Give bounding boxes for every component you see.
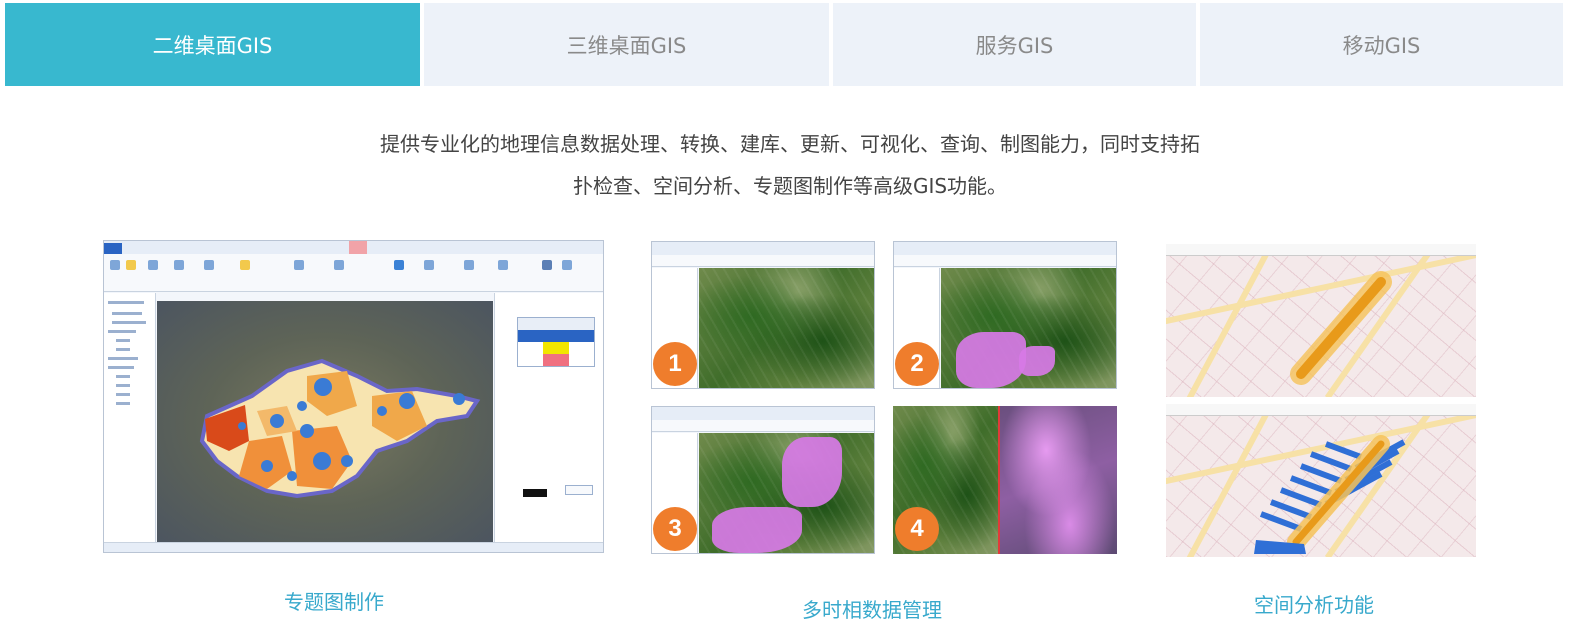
- layer-tree-panel: [104, 293, 156, 543]
- style-properties-panel: [494, 293, 603, 543]
- multi-temporal-panel-4: 4: [893, 406, 1117, 554]
- caption-multi-temporal-data: 多时相数据管理: [802, 598, 942, 622]
- desktop-app-window: [103, 240, 604, 553]
- step-badge: 1: [653, 342, 697, 386]
- step-badge: 4: [895, 507, 939, 551]
- thematic-map-screenshot: [103, 240, 604, 553]
- tab-mobile-gis[interactable]: 移动GIS: [1200, 3, 1563, 86]
- product-tabs: 二维桌面GIS 三维桌面GIS 服务GIS 移动GIS: [5, 3, 1563, 86]
- product-description: 提供专业化的地理信息数据处理、转换、建库、更新、可视化、查询、制图能力，同时支持…: [0, 123, 1580, 207]
- province-choropleth: [199, 358, 481, 499]
- multi-temporal-panel-1: 1: [651, 241, 875, 389]
- tab-3d-desktop-gis[interactable]: 三维桌面GIS: [424, 3, 829, 86]
- spatial-analysis-map-1: [1166, 244, 1476, 397]
- spatial-analysis-map-2: [1166, 404, 1476, 557]
- multi-temporal-panel-3: 3: [651, 406, 875, 554]
- description-line-2: 扑检查、空间分析、专题图制作等高级GIS功能。: [572, 174, 1008, 198]
- status-bar: [104, 542, 603, 552]
- description-line-1: 提供专业化的地理信息数据处理、转换、建库、更新、可视化、查询、制图能力，同时支持…: [380, 132, 1200, 156]
- caption-thematic-mapping: 专题图制作: [284, 590, 384, 614]
- buffer-line: [1290, 271, 1392, 385]
- caption-spatial-analysis: 空间分析功能: [1254, 593, 1374, 617]
- tab-service-gis[interactable]: 服务GIS: [833, 3, 1196, 86]
- thematic-map-view: [157, 301, 493, 543]
- step-badge: 3: [653, 507, 697, 551]
- tab-2d-desktop-gis[interactable]: 二维桌面GIS: [5, 3, 420, 86]
- ribbon-tab-bar: [104, 241, 603, 254]
- ribbon-toolbar: [104, 254, 603, 292]
- buffer-analysis-result: [1254, 435, 1406, 554]
- step-badge: 2: [895, 342, 939, 386]
- multi-temporal-panel-2: 2: [893, 241, 1117, 389]
